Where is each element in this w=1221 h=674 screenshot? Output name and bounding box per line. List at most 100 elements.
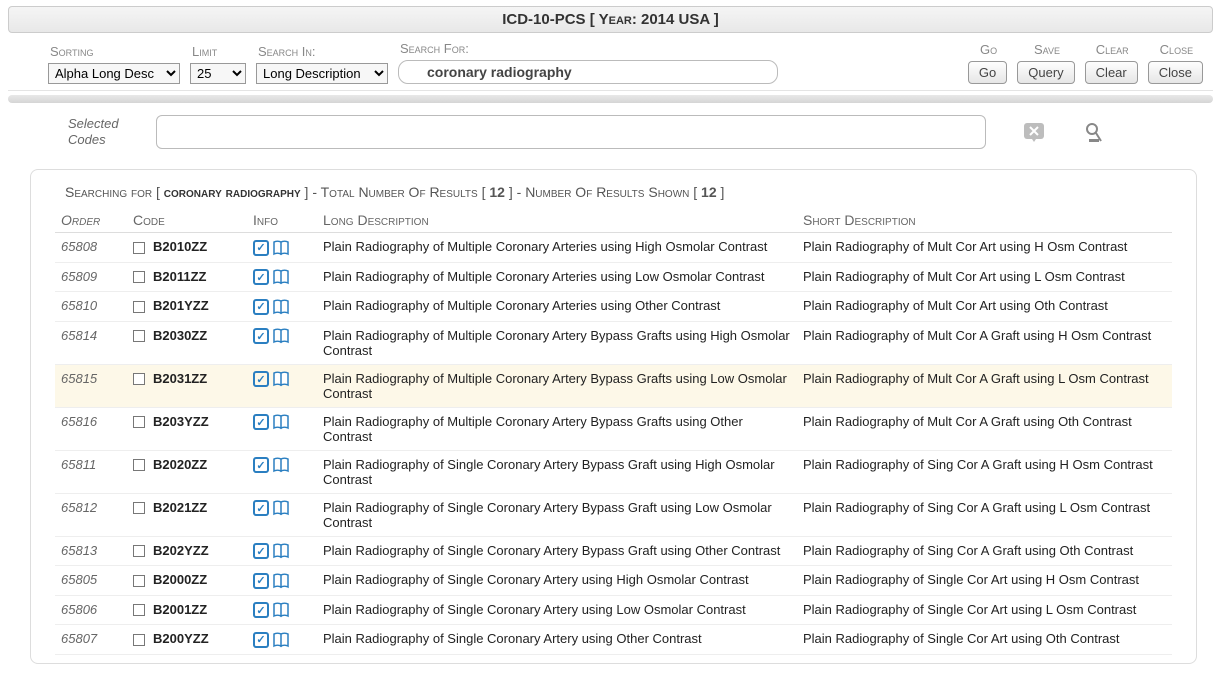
book-icon[interactable] bbox=[273, 414, 289, 430]
book-icon[interactable] bbox=[273, 602, 289, 618]
book-icon[interactable] bbox=[273, 371, 289, 387]
table-row[interactable]: 65810B201YZZ✓Plain Radiography of Multip… bbox=[55, 292, 1172, 322]
search-in-label: Search In: bbox=[256, 44, 388, 59]
cell-short: Plain Radiography of Single Cor Art usin… bbox=[797, 566, 1172, 596]
sorting-label: Sorting bbox=[48, 44, 180, 59]
code-text: B203YZZ bbox=[153, 414, 209, 429]
selected-codes-label: Selected Codes bbox=[68, 116, 138, 147]
table-row[interactable]: 65813B202YZZ✓Plain Radiography of Single… bbox=[55, 536, 1172, 566]
clear-label: Clear bbox=[1085, 42, 1138, 57]
row-checkbox[interactable] bbox=[133, 604, 145, 616]
cell-order: 65812 bbox=[55, 493, 127, 536]
check-icon[interactable]: ✓ bbox=[253, 414, 269, 430]
summary-total: 12 bbox=[489, 184, 505, 200]
cell-short: Plain Radiography of Single Cor Art usin… bbox=[797, 595, 1172, 625]
row-checkbox[interactable] bbox=[133, 271, 145, 283]
table-row[interactable]: 65811B2020ZZ✓Plain Radiography of Single… bbox=[55, 450, 1172, 493]
check-icon[interactable]: ✓ bbox=[253, 500, 269, 516]
go-button[interactable]: Go bbox=[968, 61, 1007, 84]
check-icon[interactable]: ✓ bbox=[253, 240, 269, 256]
book-icon[interactable] bbox=[273, 632, 289, 648]
col-order[interactable]: Order bbox=[55, 208, 127, 233]
table-row[interactable]: 65809B2011ZZ✓Plain Radiography of Multip… bbox=[55, 262, 1172, 292]
cell-order: 65806 bbox=[55, 595, 127, 625]
table-row[interactable]: 65805B2000ZZ✓Plain Radiography of Single… bbox=[55, 566, 1172, 596]
check-icon[interactable]: ✓ bbox=[253, 269, 269, 285]
book-icon[interactable] bbox=[273, 299, 289, 315]
book-icon[interactable] bbox=[273, 269, 289, 285]
row-checkbox[interactable] bbox=[133, 330, 145, 342]
row-checkbox[interactable] bbox=[133, 502, 145, 514]
check-icon[interactable]: ✓ bbox=[253, 632, 269, 648]
row-checkbox[interactable] bbox=[133, 416, 145, 428]
book-icon[interactable] bbox=[273, 500, 289, 516]
code-text: B201YZZ bbox=[153, 298, 209, 313]
check-icon[interactable]: ✓ bbox=[253, 371, 269, 387]
cell-short: Plain Radiography of Sing Cor A Graft us… bbox=[797, 493, 1172, 536]
book-icon[interactable] bbox=[273, 457, 289, 473]
table-row[interactable]: 65814B2030ZZ✓Plain Radiography of Multip… bbox=[55, 321, 1172, 364]
limit-select[interactable]: 25 bbox=[190, 63, 246, 84]
cell-order: 65805 bbox=[55, 566, 127, 596]
row-checkbox[interactable] bbox=[133, 301, 145, 313]
row-checkbox[interactable] bbox=[133, 242, 145, 254]
book-icon[interactable] bbox=[273, 573, 289, 589]
summary-mid2: ] - Number Of Results Shown [ bbox=[505, 184, 701, 200]
summary-term: coronary radiography bbox=[164, 184, 301, 200]
search-input[interactable] bbox=[398, 60, 778, 84]
row-checkbox[interactable] bbox=[133, 545, 145, 557]
cell-order: 65816 bbox=[55, 407, 127, 450]
search-for-label: Search For: bbox=[398, 41, 778, 56]
cell-short: Plain Radiography of Mult Cor Art using … bbox=[797, 262, 1172, 292]
query-button[interactable]: Query bbox=[1017, 61, 1074, 84]
cell-order: 65808 bbox=[55, 233, 127, 263]
table-row[interactable]: 65807B200YZZ✓Plain Radiography of Single… bbox=[55, 625, 1172, 655]
check-icon[interactable]: ✓ bbox=[253, 457, 269, 473]
row-checkbox[interactable] bbox=[133, 459, 145, 471]
cell-info: ✓ bbox=[247, 321, 317, 364]
cell-info: ✓ bbox=[247, 625, 317, 655]
limit-label: Limit bbox=[190, 44, 246, 59]
cell-code: B201YZZ bbox=[127, 292, 247, 322]
close-button[interactable]: Close bbox=[1148, 61, 1203, 84]
cell-short: Plain Radiography of Mult Cor Art using … bbox=[797, 292, 1172, 322]
table-row[interactable]: 65815B2031ZZ✓Plain Radiography of Multip… bbox=[55, 364, 1172, 407]
summary-mid1: ] - Total Number Of Results [ bbox=[301, 184, 490, 200]
col-info[interactable]: Info bbox=[247, 208, 317, 233]
clear-button[interactable]: Clear bbox=[1085, 61, 1138, 84]
code-text: B200YZZ bbox=[153, 631, 209, 646]
table-row[interactable]: 65808B2010ZZ✓Plain Radiography of Multip… bbox=[55, 233, 1172, 263]
go-label: Go bbox=[968, 42, 1007, 57]
summary-suffix: ] bbox=[717, 184, 725, 200]
table-row[interactable]: 65812B2021ZZ✓Plain Radiography of Single… bbox=[55, 493, 1172, 536]
book-icon[interactable] bbox=[273, 240, 289, 256]
search-in-select[interactable]: Long Description bbox=[256, 63, 388, 84]
col-long[interactable]: Long Description bbox=[317, 208, 797, 233]
cell-long: Plain Radiography of Single Coronary Art… bbox=[317, 536, 797, 566]
cell-info: ✓ bbox=[247, 566, 317, 596]
cell-long: Plain Radiography of Multiple Coronary A… bbox=[317, 233, 797, 263]
table-row[interactable]: 65806B2001ZZ✓Plain Radiography of Single… bbox=[55, 595, 1172, 625]
cell-long: Plain Radiography of Single Coronary Art… bbox=[317, 595, 797, 625]
clear-selection-icon[interactable] bbox=[1022, 120, 1046, 144]
cell-info: ✓ bbox=[247, 233, 317, 263]
col-short[interactable]: Short Description bbox=[797, 208, 1172, 233]
check-icon[interactable]: ✓ bbox=[253, 543, 269, 559]
selected-codes-input[interactable] bbox=[156, 115, 986, 149]
check-icon[interactable]: ✓ bbox=[253, 299, 269, 315]
col-code[interactable]: Code bbox=[127, 208, 247, 233]
check-icon[interactable]: ✓ bbox=[253, 573, 269, 589]
check-icon[interactable]: ✓ bbox=[253, 602, 269, 618]
row-checkbox[interactable] bbox=[133, 575, 145, 587]
cell-short: Plain Radiography of Mult Cor A Graft us… bbox=[797, 364, 1172, 407]
row-checkbox[interactable] bbox=[133, 634, 145, 646]
cell-long: Plain Radiography of Multiple Coronary A… bbox=[317, 262, 797, 292]
page-title: ICD-10-PCS [ Year: 2014 USA ] bbox=[8, 6, 1213, 33]
table-row[interactable]: 65816B203YZZ✓Plain Radiography of Multip… bbox=[55, 407, 1172, 450]
row-checkbox[interactable] bbox=[133, 373, 145, 385]
magnify-icon[interactable] bbox=[1082, 120, 1106, 144]
book-icon[interactable] bbox=[273, 543, 289, 559]
check-icon[interactable]: ✓ bbox=[253, 328, 269, 344]
book-icon[interactable] bbox=[273, 328, 289, 344]
sorting-select[interactable]: Alpha Long Desc bbox=[48, 63, 180, 84]
